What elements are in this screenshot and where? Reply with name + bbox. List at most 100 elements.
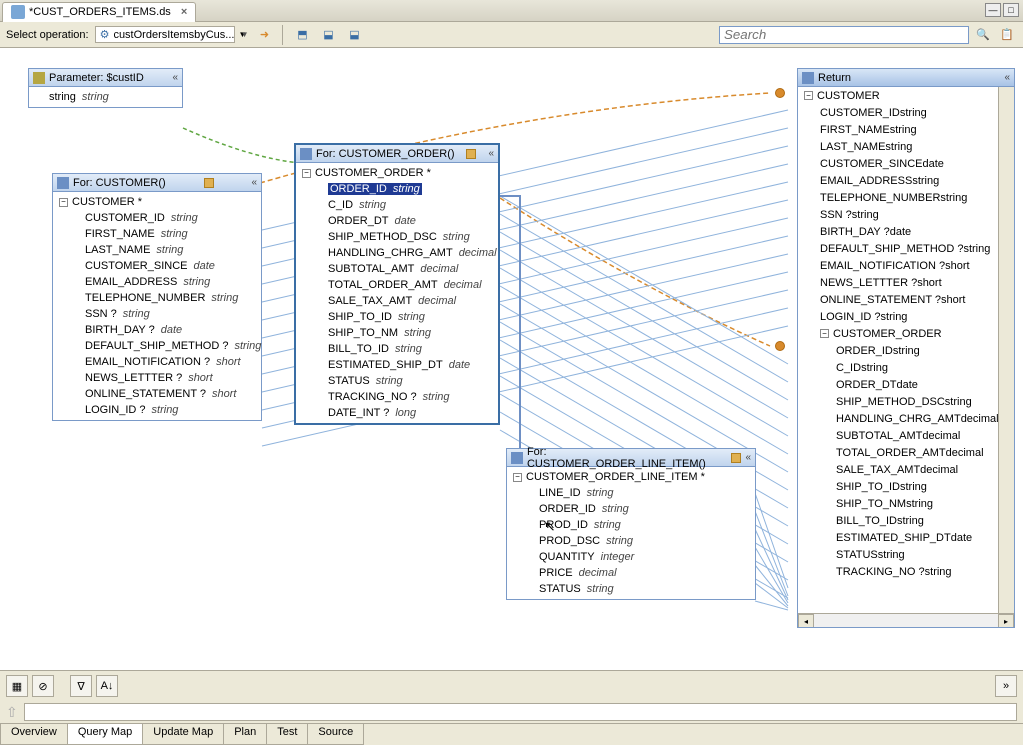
return-row[interactable]: ESTIMATED_SHIP_DTdate <box>798 529 1014 546</box>
close-icon[interactable]: × <box>181 6 187 18</box>
field-row[interactable]: SALE_TAX_AMTdecimal <box>296 293 498 309</box>
return-row[interactable]: NEWS_LETTTER ?short <box>798 274 1014 291</box>
panel-line-item[interactable]: For: CUSTOMER_ORDER_LINE_ITEM() « − CUST… <box>506 448 756 600</box>
scroll-track[interactable] <box>814 614 998 627</box>
field-row[interactable]: C_IDstring <box>296 197 498 213</box>
tree-button-1[interactable]: ⬒ <box>292 25 312 45</box>
panel-customer[interactable]: For: CUSTOMER() « − CUSTOMER * CUSTOMER_… <box>52 173 262 421</box>
field-row[interactable]: STATUSstring <box>507 581 755 597</box>
nav-button[interactable]: ➜ <box>254 25 274 45</box>
return-row[interactable]: ORDER_DTdate <box>798 376 1014 393</box>
options-button[interactable]: 📋 <box>997 25 1017 45</box>
return-row[interactable]: STATUSstring <box>798 546 1014 563</box>
collapse-icon[interactable]: − <box>59 198 68 207</box>
field-row[interactable]: LOGIN_ID ?string <box>53 402 261 418</box>
return-row[interactable]: BIRTH_DAY ?date <box>798 223 1014 240</box>
field-row[interactable]: string string <box>29 89 182 105</box>
field-row[interactable]: STATUSstring <box>296 373 498 389</box>
return-row[interactable]: HANDLING_CHRG_AMTdecimal <box>798 410 1014 427</box>
return-row[interactable]: TOTAL_ORDER_AMTdecimal <box>798 444 1014 461</box>
return-row[interactable]: TELEPHONE_NUMBERstring <box>798 189 1014 206</box>
return-row[interactable]: SHIP_METHOD_DSCstring <box>798 393 1014 410</box>
field-row[interactable]: ORDER_DTdate <box>296 213 498 229</box>
return-row[interactable]: SSN ?string <box>798 206 1014 223</box>
return-row[interactable]: −CUSTOMER_ORDER <box>798 325 1014 342</box>
tab-source[interactable]: Source <box>307 724 364 745</box>
return-row[interactable]: SHIP_TO_NMstring <box>798 495 1014 512</box>
field-row[interactable]: QUANTITYinteger <box>507 549 755 565</box>
dropdown-icon[interactable]: ▼ <box>241 30 249 39</box>
panel-header[interactable]: For: CUSTOMER_ORDER_LINE_ITEM() « <box>507 449 755 467</box>
up-arrow-icon[interactable]: ⇧ <box>6 704 18 721</box>
field-row[interactable]: SHIP_METHOD_DSCstring <box>296 229 498 245</box>
return-row[interactable]: LOGIN_ID ?string <box>798 308 1014 325</box>
field-row[interactable]: PROD_IDstring <box>507 517 755 533</box>
grid-button[interactable]: ▦ <box>6 675 28 697</box>
field-row[interactable]: SHIP_TO_NMstring <box>296 325 498 341</box>
field-row[interactable]: CUSTOMER_SINCEdate <box>53 258 261 274</box>
tab-query-map[interactable]: Query Map <box>67 724 143 745</box>
field-row[interactable]: BILL_TO_IDstring <box>296 341 498 357</box>
horizontal-scrollbar[interactable]: ◂ ▸ <box>798 613 1014 627</box>
tab-update-map[interactable]: Update Map <box>142 724 224 745</box>
field-row[interactable]: ORDER_IDstring <box>296 181 498 197</box>
return-row[interactable]: −CUSTOMER <box>798 87 1014 104</box>
root-row[interactable]: − CUSTOMER_ORDER * <box>296 165 498 181</box>
search-button[interactable]: 🔍 <box>973 25 993 45</box>
collapse-icon[interactable]: − <box>302 169 311 178</box>
field-row[interactable]: PRICEdecimal <box>507 565 755 581</box>
chevron-up-icon[interactable]: « <box>488 148 494 159</box>
return-row[interactable]: FIRST_NAMEstring <box>798 121 1014 138</box>
file-tab[interactable]: *CUST_ORDERS_ITEMS.ds × <box>2 2 196 22</box>
root-row[interactable]: − CUSTOMER * <box>53 194 261 210</box>
return-row[interactable]: TRACKING_NO ?string <box>798 563 1014 580</box>
return-row[interactable]: DEFAULT_SHIP_METHOD ?string <box>798 240 1014 257</box>
operation-select[interactable]: ⚙ custOrdersItemsbyCus... ▼ <box>95 26 235 43</box>
tab-plan[interactable]: Plan <box>223 724 267 745</box>
query-canvas[interactable]: Parameter: $custID « string string For: … <box>0 48 1023 670</box>
field-row[interactable]: SSN ?string <box>53 306 261 322</box>
panel-header[interactable]: Return « <box>798 69 1014 87</box>
field-row[interactable]: EMAIL_NOTIFICATION ?short <box>53 354 261 370</box>
field-row[interactable]: DATE_INT ?long <box>296 405 498 421</box>
field-row[interactable]: SHIP_TO_IDstring <box>296 309 498 325</box>
return-row[interactable]: LAST_NAMEstring <box>798 138 1014 155</box>
collapse-icon[interactable]: − <box>820 329 829 338</box>
field-row[interactable]: NEWS_LETTTER ?short <box>53 370 261 386</box>
field-row[interactable]: DEFAULT_SHIP_METHOD ?string <box>53 338 261 354</box>
scroll-right-icon[interactable]: ▸ <box>998 614 1014 627</box>
panel-return[interactable]: Return « −CUSTOMERCUSTOMER_IDstringFIRST… <box>797 68 1015 628</box>
return-row[interactable]: ORDER_IDstring <box>798 342 1014 359</box>
field-row[interactable]: SUBTOTAL_AMTdecimal <box>296 261 498 277</box>
minimize-button[interactable]: — <box>985 3 1001 17</box>
tree-button-2[interactable]: ⬓ <box>318 25 338 45</box>
clear-button[interactable]: ⊘ <box>32 675 54 697</box>
field-row[interactable]: TRACKING_NO ?string <box>296 389 498 405</box>
field-row[interactable]: TELEPHONE_NUMBERstring <box>53 290 261 306</box>
chevron-up-icon[interactable]: « <box>745 452 751 463</box>
panel-customer-order[interactable]: For: CUSTOMER_ORDER() « − CUSTOMER_ORDER… <box>294 143 500 425</box>
return-row[interactable]: SUBTOTAL_AMTdecimal <box>798 427 1014 444</box>
field-row[interactable]: ESTIMATED_SHIP_DTdate <box>296 357 498 373</box>
field-row[interactable]: EMAIL_ADDRESSstring <box>53 274 261 290</box>
search-input[interactable] <box>719 26 969 44</box>
root-row[interactable]: − CUSTOMER_ORDER_LINE_ITEM * <box>507 469 755 485</box>
chevron-up-icon[interactable]: « <box>172 72 178 83</box>
tab-overview[interactable]: Overview <box>0 724 68 745</box>
return-row[interactable]: CUSTOMER_IDstring <box>798 104 1014 121</box>
filter-input[interactable] <box>24 703 1017 721</box>
chevron-up-icon[interactable]: « <box>1004 72 1010 83</box>
field-row[interactable]: FIRST_NAMEstring <box>53 226 261 242</box>
field-row[interactable]: LAST_NAMEstring <box>53 242 261 258</box>
field-row[interactable]: HANDLING_CHRG_AMTdecimal <box>296 245 498 261</box>
field-row[interactable]: BIRTH_DAY ?date <box>53 322 261 338</box>
return-row[interactable]: BILL_TO_IDstring <box>798 512 1014 529</box>
tree-button-3[interactable]: ⬓ <box>344 25 364 45</box>
panel-header[interactable]: Parameter: $custID « <box>29 69 182 87</box>
panel-header[interactable]: For: CUSTOMER_ORDER() « <box>296 145 498 163</box>
scroll-left-icon[interactable]: ◂ <box>798 614 814 627</box>
sort-button[interactable]: A↓ <box>96 675 118 697</box>
field-row[interactable]: CUSTOMER_IDstring <box>53 210 261 226</box>
return-row[interactable]: ONLINE_STATEMENT ?short <box>798 291 1014 308</box>
expand-button[interactable]: » <box>995 675 1017 697</box>
